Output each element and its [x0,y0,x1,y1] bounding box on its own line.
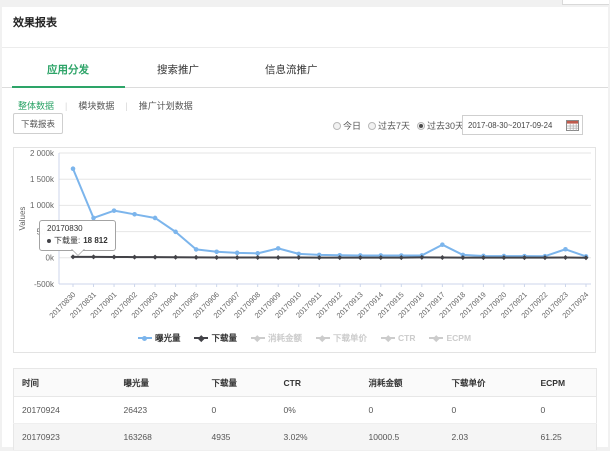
svg-text:1 000k: 1 000k [30,201,55,210]
subnav-item-overall-data[interactable]: 整体数据 [18,99,54,112]
legend-marker-ctr [381,337,395,339]
report-table: 时间 曝光量 下载量 CTR 消耗金额 下载单价 ECPM 20170924 2… [13,368,597,451]
svg-text:0k: 0k [46,254,55,263]
calendar-icon[interactable] [566,119,579,131]
cell-cost: 10000.5 [361,424,444,451]
download-report-button[interactable]: 下载报表 [13,113,63,134]
cell-cost: 0 [361,397,444,424]
svg-text:2 000k: 2 000k [30,149,55,158]
chart-legend: 曝光量 下载量 消耗金额 下载单价 CTR ECPM [14,332,595,344]
cell-date: 20170923 [14,424,116,451]
legend-marker-ecpm [429,337,443,339]
cell-exposure: 26423 [116,397,204,424]
subnav: 整体数据 | 模块数据 | 推广计划数据 [18,99,193,112]
col-header-download-unit-price: 下载单价 [444,369,533,397]
table-header-row: 时间 曝光量 下载量 CTR 消耗金额 下载单价 ECPM [14,369,597,397]
legend-marker-exposure [138,337,152,339]
tab-bar: 应用分发 搜索推广 信息流推广 [2,47,608,88]
cell-downloads: 4935 [204,424,276,451]
legend-item-downloads[interactable]: 下载量 [194,332,237,344]
legend-item-download-unit-price[interactable]: 下载单价 [316,332,367,344]
radio-past-7-days[interactable]: 过去7天 [368,119,410,132]
tooltip-date: 20170830 [47,224,108,233]
date-filter-group: 今日 过去7天 过去30天 [333,119,464,132]
legend-marker-cost [251,337,265,339]
page-title: 效果报表 [13,14,57,30]
cell-ctr: 0% [276,397,361,424]
legend-label-ctr: CTR [398,333,415,343]
col-header-time: 时间 [14,369,116,397]
subnav-separator: | [65,101,67,111]
table-row: 20170924 26423 0 0% 0 0 0 [14,397,597,424]
col-header-downloads: 下载量 [204,369,276,397]
radio-past-7-days-icon[interactable] [368,122,376,130]
chart-panel: 2 000k1 500k1 000k500k0k-500kValues20170… [13,147,596,353]
active-tab-underline [12,86,125,88]
cell-date: 20170924 [14,397,116,424]
radio-past-7-days-label: 过去7天 [378,119,410,132]
col-header-ecpm: ECPM [533,369,597,397]
svg-text:-500k: -500k [34,280,55,289]
legend-label-exposure: 曝光量 [155,332,181,344]
legend-item-exposure[interactable]: 曝光量 [138,332,181,344]
tooltip-value: 18 812 [83,236,107,245]
table-row: 20170923 163268 4935 3.02% 10000.5 2.03 … [14,424,597,451]
legend-item-ecpm[interactable]: ECPM [429,333,471,343]
cell-downloads: 0 [204,397,276,424]
date-range-input[interactable]: 2017-08-30~2017-09-24 [462,115,583,135]
chart-tooltip: 20170830 下载量: 18 812 [39,220,116,251]
cell-unit-price: 2.03 [444,424,533,451]
legend-label-ecpm: ECPM [446,333,471,343]
svg-text:Values: Values [18,207,27,231]
cell-ecpm: 0 [533,397,597,424]
legend-item-cost[interactable]: 消耗金额 [251,332,302,344]
tooltip-series-dot [47,239,51,243]
radio-past-30-days[interactable]: 过去30天 [417,119,464,132]
col-header-ctr: CTR [276,369,361,397]
cell-ctr: 3.02% [276,424,361,451]
radio-today[interactable]: 今日 [333,119,361,132]
legend-marker-downloads [194,337,208,339]
col-header-exposure: 曝光量 [116,369,204,397]
tooltip-series-label: 下载量: [54,235,80,246]
radio-today-label: 今日 [343,119,361,132]
subnav-item-module-data[interactable]: 模块数据 [78,99,114,112]
legend-marker-download-unit-price [316,337,330,339]
radio-today-icon[interactable] [333,122,341,130]
svg-text:1 500k: 1 500k [30,175,55,184]
report-card: 效果报表 应用分发 搜索推广 信息流推广 整体数据 | 模块数据 | 推广计划数… [2,7,608,447]
tab-search-promotion[interactable]: 搜索推广 [157,62,199,77]
legend-label-downloads: 下载量 [211,332,237,344]
subnav-item-campaign-data[interactable]: 推广计划数据 [139,99,193,112]
scrollbar-corner [562,0,609,5]
tab-app-distribution[interactable]: 应用分发 [47,62,89,77]
cell-ecpm: 61.25 [533,424,597,451]
legend-label-download-unit-price: 下载单价 [333,332,367,344]
legend-item-ctr[interactable]: CTR [381,333,415,343]
radio-past-30-days-label: 过去30天 [427,119,464,132]
radio-past-30-days-icon[interactable] [417,122,425,130]
subnav-separator: | [125,101,127,111]
cell-unit-price: 0 [444,397,533,424]
tab-feed-promotion[interactable]: 信息流推广 [265,62,318,77]
cell-exposure: 163268 [116,424,204,451]
date-range-value: 2017-08-30~2017-09-24 [468,121,563,130]
legend-label-cost: 消耗金额 [268,332,302,344]
col-header-cost: 消耗金额 [361,369,444,397]
